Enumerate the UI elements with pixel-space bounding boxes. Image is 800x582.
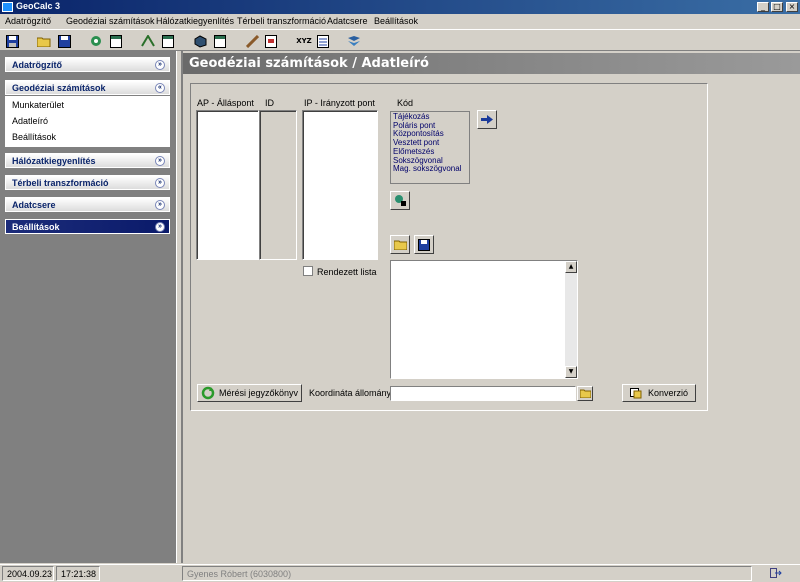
xyz-icon[interactable]: XYZ (296, 33, 312, 49)
nav-group-terbeli[interactable]: Térbeli transzformáció » (5, 175, 170, 190)
scroll-up-icon[interactable]: ▲ (565, 261, 577, 273)
nav-group-label: Geodéziai számítások (12, 83, 106, 93)
convert-icon (629, 387, 642, 398)
menu-bar: Adatrögzítő Geodéziai számítások Hálózat… (0, 14, 800, 30)
meresi-jegyzokonyv-button[interactable]: Mérési jegyzőkönyv (197, 384, 302, 402)
nav-group-geodeziai[interactable]: Geodéziai számítások « (5, 80, 170, 95)
save-as-icon[interactable] (56, 33, 72, 49)
button-label: Konverzió (647, 388, 689, 398)
title-bar: GeoCalc 3 _ □ × (0, 0, 800, 14)
app-icon[interactable] (2, 2, 13, 12)
nav-group-label: Beállítások (12, 222, 60, 232)
coord-file-label: Koordináta állomány: (309, 388, 394, 398)
sorted-list-checkbox[interactable] (303, 266, 313, 276)
nav-group-body: Munkaterület Adatleíró Beállítások (5, 96, 170, 147)
nav-group-adatrogzito[interactable]: Adatrögzítő » (5, 57, 170, 72)
save-icon (418, 238, 430, 251)
nav-item-munkaterulet[interactable]: Munkaterület (12, 100, 64, 110)
scroll-down-icon[interactable]: ▼ (565, 366, 577, 378)
col-ap-label: AP - Álláspont (197, 98, 254, 108)
status-time: 17:21:38 (56, 566, 100, 581)
document-icon[interactable] (263, 33, 279, 49)
id-list[interactable] (259, 110, 297, 260)
col-kod-label: Kód (397, 98, 414, 108)
pick-icon (394, 195, 406, 206)
nav-group-halozat[interactable]: Hálózatkiegyenlítés » (5, 153, 170, 168)
open-folder-icon[interactable] (36, 33, 52, 49)
menu-adatcsere[interactable]: Adatcsere (327, 16, 368, 26)
expand-icon[interactable]: » (155, 222, 165, 232)
expand-icon[interactable]: » (155, 200, 165, 210)
menu-geodeziai-szamitasok[interactable]: Geodéziai számítások (66, 16, 155, 26)
nav-group-label: Térbeli transzformáció (12, 178, 109, 188)
nav-item-adatleiro[interactable]: Adatleíró (12, 116, 48, 126)
nav-group-label: Hálózatkiegyenlítés (12, 156, 96, 166)
nav-group-adatcsere[interactable]: Adatcsere » (5, 197, 170, 212)
toolbar: XYZ (0, 31, 800, 51)
open-button[interactable] (390, 235, 410, 254)
button-label: Mérési jegyzőkönyv (219, 388, 299, 398)
output-textarea[interactable]: ▲ ▼ (390, 260, 578, 379)
nav-group-label: Adatcsere (12, 200, 56, 210)
ap-list[interactable] (196, 110, 259, 260)
table-icon-2[interactable] (160, 33, 176, 49)
cube-icon[interactable] (192, 33, 208, 49)
table-icon-3[interactable] (212, 33, 228, 49)
save-button[interactable] (414, 235, 434, 254)
sorted-list-label: Rendezett lista (317, 267, 377, 277)
refresh-icon (201, 386, 215, 400)
tool-button[interactable] (390, 191, 410, 210)
kod-list[interactable]: Tájékozás Poláris pont Központosítás Ves… (390, 111, 470, 184)
menu-halozatkiegyenlites[interactable]: Hálózatkiegyenlítés (156, 16, 234, 26)
maximize-button[interactable]: □ (771, 2, 783, 12)
open-folder-icon (393, 240, 407, 250)
minimize-button[interactable]: _ (757, 2, 769, 12)
collapse-icon[interactable]: « (155, 83, 165, 93)
measure-icon[interactable] (140, 33, 156, 49)
status-bar: 2004.09.23 17:21:38 Gyenes Róbert (60308… (0, 564, 800, 581)
menu-adatrogzito[interactable]: Adatrögzítő (5, 16, 51, 26)
status-user: Gyenes Róbert (6030800) (182, 566, 752, 581)
vertical-scrollbar[interactable]: ▲ ▼ (565, 261, 577, 378)
nav-group-beallitasok[interactable]: Beállítások » (5, 219, 170, 234)
page-header: Geodéziai számítások / Adatleíró (183, 53, 800, 74)
exit-icon[interactable] (770, 567, 782, 579)
browse-button[interactable] (577, 386, 593, 401)
menu-beallitasok[interactable]: Beállítások (374, 16, 418, 26)
coord-file-input[interactable] (390, 386, 576, 401)
save-icon[interactable] (4, 33, 20, 49)
list-icon[interactable] (315, 33, 331, 49)
nav-item-beallitasok[interactable]: Beállítások (12, 132, 56, 142)
close-button[interactable]: × (786, 2, 798, 12)
window-title: GeoCalc 3 (16, 1, 61, 11)
page-title: Geodéziai számítások / Adatleíró (189, 56, 429, 71)
book-icon[interactable] (346, 33, 362, 49)
col-id-label: ID (265, 98, 274, 108)
ip-list[interactable] (302, 110, 378, 260)
menu-terbeli-transzformacio[interactable]: Térbeli transzformáció (237, 16, 326, 26)
konverzio-button[interactable]: Konverzió (622, 384, 696, 402)
arrow-right-icon (481, 115, 493, 124)
pen-icon[interactable] (244, 33, 260, 49)
expand-icon[interactable]: » (155, 60, 165, 70)
open-folder-icon (579, 389, 591, 398)
expand-icon[interactable]: » (155, 178, 165, 188)
list-item[interactable]: Mag. sokszögvonal (393, 165, 467, 174)
table-icon[interactable] (108, 33, 124, 49)
status-date: 2004.09.23 (2, 566, 54, 581)
col-ip-label: IP - Irányzott pont (304, 98, 375, 108)
expand-icon[interactable]: » (155, 156, 165, 166)
nav-group-label: Adatrögzítő (12, 60, 62, 70)
add-kod-button[interactable] (477, 110, 497, 129)
network-icon[interactable] (88, 33, 104, 49)
